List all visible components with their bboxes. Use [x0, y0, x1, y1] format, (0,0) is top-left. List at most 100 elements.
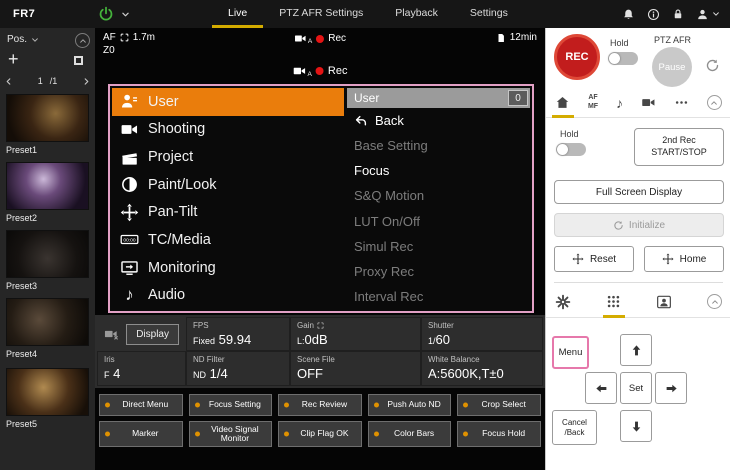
assign-button-clip-flag-ok[interactable]: Clip Flag OK [278, 421, 362, 447]
assign-button-focus-setting[interactable]: Focus Setting [189, 394, 273, 416]
pad-tabs-collapse-button[interactable] [707, 294, 722, 309]
submenu-item-sq-motion[interactable]: S&Q Motion [347, 183, 530, 208]
shutter-value: 60 [436, 332, 450, 347]
remaining-time: 12min [510, 32, 537, 43]
power-button[interactable] [98, 6, 114, 22]
preset-panel-collapse-button[interactable] [75, 33, 90, 48]
tab-ptz-pad[interactable] [606, 286, 621, 317]
reset-label: Reset [590, 254, 616, 265]
tab-audio[interactable]: ♪ [616, 88, 623, 117]
assign-button-marker[interactable]: Marker [99, 421, 183, 447]
assign-button-rec-review[interactable]: Rec Review [278, 394, 362, 416]
initialize-button[interactable]: Initialize [554, 213, 724, 237]
preset-item-1[interactable]: Preset1 [6, 94, 89, 155]
initialize-label: Initialize [629, 220, 665, 231]
2nd-rec-start-stop-button[interactable]: 2nd Rec START/STOP [634, 128, 724, 166]
menu-category-audio[interactable]: ♪ Audio [112, 281, 344, 309]
pause-button[interactable]: Pause [652, 47, 692, 87]
camera-icon [120, 120, 139, 139]
submenu-item-lut-on-off[interactable]: LUT On/Off [347, 209, 530, 234]
2nd-rec-hold-toggle[interactable] [556, 143, 586, 156]
page-prev-icon[interactable] [4, 77, 13, 86]
preset-item-4[interactable]: Preset4 [6, 298, 89, 359]
shutter-prefix: 1/ [428, 336, 436, 346]
add-preset-button[interactable]: + [8, 50, 19, 68]
preset-thumbnail-2[interactable] [6, 162, 89, 210]
notification-bell-icon[interactable] [622, 8, 635, 21]
submenu-item-label: S&Q Motion [354, 188, 424, 203]
pan-tilt-icon [120, 203, 139, 222]
submenu-item-focus[interactable]: Focus [347, 158, 530, 183]
menu-category-paint-look[interactable]: Paint/Look [112, 171, 344, 199]
tab-ptz-afr-settings[interactable]: PTZ AFR Settings [263, 0, 379, 28]
menu-category-user[interactable]: User [112, 88, 344, 116]
power-chevron-down-icon[interactable] [121, 10, 130, 19]
position-dropdown[interactable]: Pos. [7, 34, 39, 45]
user-account-menu[interactable] [696, 8, 720, 21]
cancel-line1: Cancel [562, 418, 587, 428]
stop-button[interactable] [74, 56, 83, 65]
dpad-right-button[interactable] [655, 372, 687, 404]
submenu-item-interval-rec[interactable]: Interval Rec [347, 284, 530, 309]
ptz-afr-restart-icon[interactable] [705, 58, 720, 73]
menu-category-pan-tilt[interactable]: Pan-Tilt [112, 199, 344, 227]
home-position-button[interactable]: Home [644, 246, 724, 272]
lock-icon[interactable] [672, 8, 684, 20]
rec-hold-toggle[interactable] [608, 52, 638, 65]
assign-button-focus-hold[interactable]: Focus Hold [457, 421, 541, 447]
preset-thumbnail-3[interactable] [6, 230, 89, 278]
assign-label: Video Signal Monitor [202, 425, 269, 444]
tab-more[interactable] [674, 88, 689, 117]
control-tabs-collapse-button[interactable] [707, 95, 722, 110]
preset-thumbnail-4[interactable] [6, 298, 89, 346]
tab-live[interactable]: Live [212, 0, 263, 28]
menu-category-tc-media[interactable]: TC/Media [112, 226, 344, 254]
assign-button-color-bars[interactable]: Color Bars [368, 421, 452, 447]
submenu-item-base-setting[interactable]: Base Setting [347, 133, 530, 158]
gain-prefix: L: [297, 336, 305, 346]
dpad-down-button[interactable] [620, 410, 652, 442]
user-chevron-down-icon [712, 10, 720, 18]
preset-thumbnail-5[interactable] [6, 368, 89, 416]
fps-value: 59.94 [219, 332, 252, 347]
menu-category-project[interactable]: Project [112, 143, 344, 171]
assign-button-crop-select[interactable]: Crop Select [457, 394, 541, 416]
page-next-icon[interactable] [82, 77, 91, 86]
assign-button-direct-menu[interactable]: Direct Menu [99, 394, 183, 416]
nd-prefix: ND [193, 370, 206, 380]
submenu-item-label: LUT On/Off [354, 214, 420, 229]
tab-home[interactable] [555, 88, 570, 117]
submenu-title: User [354, 91, 379, 105]
menu-button[interactable]: Menu [552, 336, 589, 369]
submenu-item-back[interactable]: Back [347, 108, 530, 133]
tab-playback[interactable]: Playback [379, 0, 454, 28]
assign-button-video-signal-monitor[interactable]: Video Signal Monitor [189, 421, 273, 447]
chevron-up-icon [710, 99, 718, 107]
tab-iris-flower[interactable] [555, 286, 571, 317]
preset-item-2[interactable]: Preset2 [6, 162, 89, 223]
menu-category-monitoring[interactable]: Monitoring [112, 254, 344, 282]
dpad-up-button[interactable] [620, 334, 652, 366]
preset-item-3[interactable]: Preset3 [6, 230, 89, 291]
tab-settings[interactable]: Settings [454, 0, 524, 28]
tab-camera[interactable] [641, 88, 656, 117]
set-button[interactable]: Set [620, 372, 652, 404]
cancel-back-button[interactable]: Cancel /Back [552, 410, 597, 445]
submenu-item-proxy-rec[interactable]: Proxy Rec [347, 259, 530, 284]
full-screen-display-button[interactable]: Full Screen Display [554, 180, 724, 204]
assign-button-push-auto-nd[interactable]: Push Auto ND [368, 394, 452, 416]
preset-thumbnail-1[interactable] [6, 94, 89, 142]
preset-item-5[interactable]: Preset5 [6, 368, 89, 429]
timecode-icon [120, 230, 139, 249]
active-tab-underline [603, 315, 625, 318]
menu-category-shooting[interactable]: Shooting [112, 116, 344, 144]
display-button[interactable]: Display [126, 324, 179, 345]
tab-subject-recognition[interactable] [656, 286, 672, 317]
info-icon[interactable] [647, 8, 660, 21]
reset-button[interactable]: Reset [554, 246, 634, 272]
menu-category-label: Shooting [148, 121, 205, 137]
tab-af-mf[interactable]: AFMF [588, 88, 598, 117]
submenu-item-simul-rec[interactable]: Simul Rec [347, 234, 530, 259]
dpad-left-button[interactable] [585, 372, 617, 404]
rec-button[interactable]: REC [554, 34, 600, 80]
